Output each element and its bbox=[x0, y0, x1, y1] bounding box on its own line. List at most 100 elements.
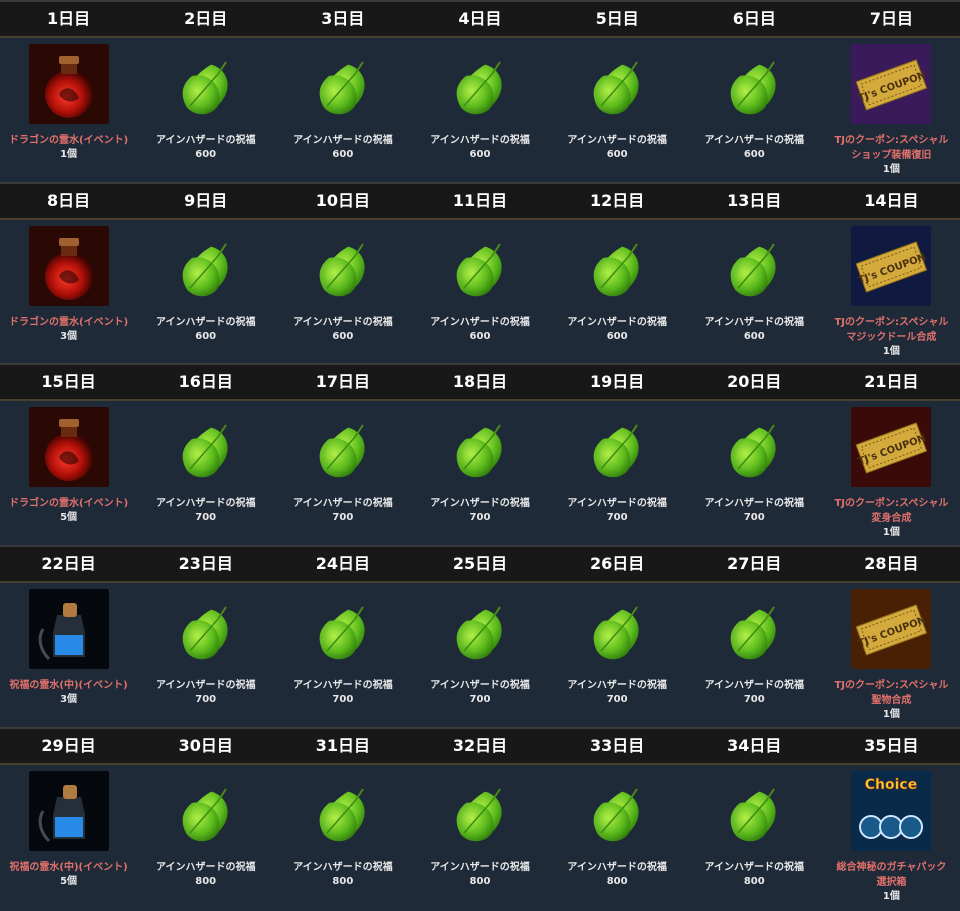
reward-name: アインハザードの祝福 bbox=[567, 135, 667, 146]
week-row: 22日目 23日目 24日目 25日目 26日目 27日目 28日目 祝福の霊水(中)(イベ… bbox=[0, 545, 960, 729]
day-label: 12日目 bbox=[589, 191, 645, 210]
reward-quantity: 700 bbox=[195, 512, 217, 523]
reward-quantity: 3個 bbox=[60, 694, 78, 705]
reward-name: アインハザードの祝福 bbox=[704, 498, 805, 509]
day-label: 21日目 bbox=[864, 372, 919, 391]
leaf-icon bbox=[182, 606, 228, 660]
red-potion-icon bbox=[28, 226, 109, 306]
reward-quantity: 800 bbox=[195, 876, 217, 887]
coupon-icon: TJ's COUPON bbox=[851, 44, 932, 124]
reward-quantity: 700 bbox=[332, 694, 354, 705]
week-row: 1日目 2日目 3日目 4日目 5日目 6日目 7日目 ドラゴンの霊水(イベント) 1個 アイ… bbox=[0, 0, 960, 184]
day-label: 28日目 bbox=[864, 554, 919, 573]
reward-cell: アインハザードの祝福 600 bbox=[686, 220, 823, 366]
reward-name: アインハザードの祝福 bbox=[430, 862, 530, 873]
reward-cell: アインハザードの祝福 700 bbox=[411, 583, 548, 729]
reward-cell: 祝福の霊水(中)(イベント) 5個 bbox=[0, 765, 137, 911]
reward-name: 祝福の霊水(中)(イベント) bbox=[9, 862, 128, 873]
week-rewards: ドラゴンの霊水(イベント) 3個 アインハザードの祝福 600 アインハザードの祝福… bbox=[0, 220, 960, 366]
leaf-icon bbox=[319, 606, 365, 660]
leaf-icon bbox=[730, 243, 776, 297]
coupon-icon: TJ's COUPON bbox=[851, 589, 932, 669]
day-label: 16日目 bbox=[178, 372, 233, 391]
reward-quantity: 1個 bbox=[882, 709, 900, 720]
reward-quantity: 800 bbox=[332, 876, 354, 887]
leaf-icon bbox=[730, 61, 776, 115]
reward-cell: TJ's COUPON TJのクーポン:スペシャル 聖物合成 1個 bbox=[823, 583, 960, 729]
leaf-icon bbox=[456, 424, 502, 478]
reward-cell: アインハザードの祝福 800 bbox=[137, 765, 274, 911]
reward-quantity: 600 bbox=[469, 149, 491, 160]
reward-name: アインハザードの祝福 bbox=[704, 862, 805, 873]
coupon-icon: TJ's COUPON bbox=[851, 226, 932, 306]
reward-quantity: 600 bbox=[195, 331, 217, 342]
reward-cell: ドラゴンの霊水(イベント) 5個 bbox=[0, 401, 137, 547]
day-label: 24日目 bbox=[315, 554, 370, 573]
reward-quantity: 700 bbox=[606, 694, 628, 705]
day-label: 33日目 bbox=[589, 736, 645, 755]
reward-name: アインハザードの祝福 bbox=[293, 862, 393, 873]
day-label: 14日目 bbox=[864, 191, 919, 210]
reward-cell: アインハザードの祝福 600 bbox=[411, 38, 548, 184]
reward-name: アインハザードの祝福 bbox=[155, 680, 256, 691]
reward-cell: アインハザードの祝福 700 bbox=[549, 583, 686, 729]
reward-name: 祝福の霊水(中)(イベント) bbox=[9, 680, 128, 691]
blue-potion-icon bbox=[28, 771, 109, 851]
reward-name: アインハザードの祝福 bbox=[155, 498, 256, 509]
day-label: 2日目 bbox=[184, 9, 228, 28]
reward-quantity: 600 bbox=[743, 149, 765, 160]
reward-cell: アインハザードの祝福 600 bbox=[686, 38, 823, 184]
reward-quantity: 800 bbox=[469, 876, 491, 887]
reward-quantity: 5個 bbox=[60, 876, 78, 887]
day-label: 27日目 bbox=[727, 554, 782, 573]
day-label: 30日目 bbox=[178, 736, 233, 755]
svg-text:Choice: Choice bbox=[865, 777, 917, 793]
reward-cell: アインハザードの祝福 800 bbox=[411, 765, 548, 911]
blue-potion-icon bbox=[28, 589, 109, 669]
reward-name: TJのクーポン:スペシャル bbox=[834, 498, 949, 509]
day-label: 22日目 bbox=[41, 554, 96, 573]
leaf-icon bbox=[593, 788, 639, 842]
day-label: 5日目 bbox=[595, 9, 639, 28]
reward-name-line2: 変身合成 bbox=[871, 513, 912, 524]
leaf-icon bbox=[593, 424, 639, 478]
red-potion-icon bbox=[28, 407, 109, 487]
day-label: 11日目 bbox=[452, 191, 508, 210]
week-rewards: ドラゴンの霊水(イベント) 1個 アインハザードの祝福 600 アインハザードの祝福… bbox=[0, 38, 960, 184]
reward-cell: アインハザードの祝福 600 bbox=[411, 220, 548, 366]
reward-quantity: 5個 bbox=[60, 512, 78, 523]
leaf-icon bbox=[593, 243, 639, 297]
leaf-icon bbox=[319, 788, 365, 842]
reward-quantity: 700 bbox=[469, 694, 491, 705]
reward-name: アインハザードの祝福 bbox=[567, 862, 667, 873]
reward-cell: アインハザードの祝福 600 bbox=[274, 38, 411, 184]
reward-quantity: 600 bbox=[332, 149, 354, 160]
reward-quantity: 1個 bbox=[882, 164, 900, 175]
reward-name: アインハザードの祝福 bbox=[567, 317, 667, 328]
day-label: 25日目 bbox=[452, 554, 508, 573]
reward-quantity: 600 bbox=[469, 331, 491, 342]
reward-name: アインハザードの祝福 bbox=[293, 680, 393, 691]
reward-cell: アインハザードの祝福 700 bbox=[686, 583, 823, 729]
reward-name: アインハザードの祝福 bbox=[293, 317, 393, 328]
week-rewards: ドラゴンの霊水(イベント) 5個 アインハザードの祝福 700 アインハザードの祝福… bbox=[0, 401, 960, 547]
reward-quantity: 1個 bbox=[882, 891, 900, 902]
reward-name-line2: ショップ装備復旧 bbox=[851, 150, 932, 161]
leaf-icon bbox=[730, 788, 776, 842]
reward-quantity: 600 bbox=[195, 149, 217, 160]
reward-name: TJのクーポン:スペシャル bbox=[834, 680, 949, 691]
reward-name: アインハザードの祝福 bbox=[155, 317, 256, 328]
day-label: 32日目 bbox=[452, 736, 508, 755]
reward-cell: アインハザードの祝福 700 bbox=[274, 401, 411, 547]
reward-cell: アインハザードの祝福 700 bbox=[411, 401, 548, 547]
reward-name: アインハザードの祝福 bbox=[567, 498, 667, 509]
reward-quantity: 700 bbox=[195, 694, 217, 705]
reward-name: アインハザードの祝福 bbox=[704, 317, 805, 328]
reward-name: アインハザードの祝福 bbox=[293, 498, 393, 509]
reward-quantity: 800 bbox=[606, 876, 628, 887]
coupon-icon: TJ's COUPON bbox=[851, 407, 932, 487]
day-label: 35日目 bbox=[864, 736, 919, 755]
leaf-icon bbox=[456, 61, 502, 115]
leaf-icon bbox=[730, 424, 776, 478]
leaf-icon bbox=[319, 61, 365, 115]
